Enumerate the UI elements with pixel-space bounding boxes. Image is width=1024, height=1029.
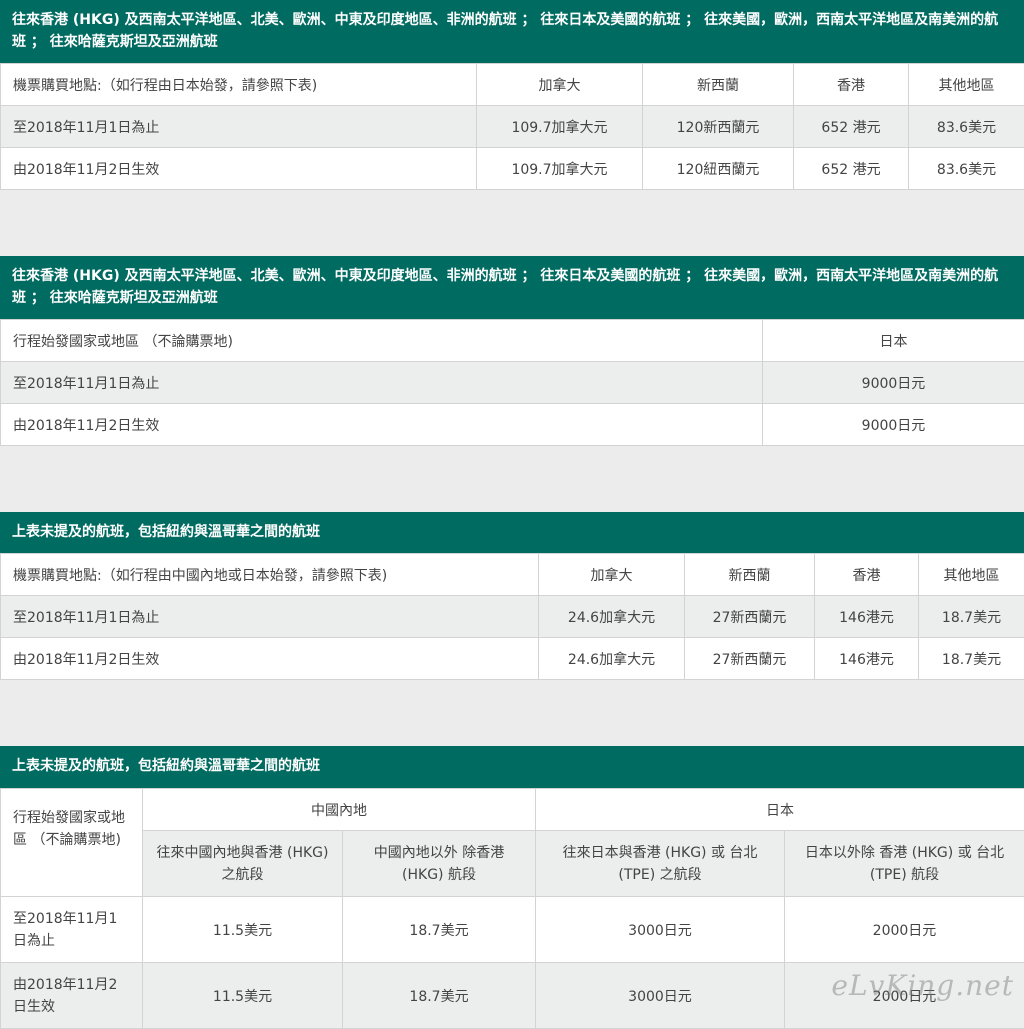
table-cell: 27新西蘭元 [685, 638, 815, 680]
table-cell: 146港元 [815, 596, 919, 638]
table-cell: 由2018年11月2日生效 [1, 638, 539, 680]
corner-header: 行程始發國家或地區 （不論購票地) [1, 789, 143, 897]
table-cell: 11.5美元 [143, 897, 343, 963]
table-row: 由2018年11月2日生效 109.7加拿大元 120紐西蘭元 652 港元 8… [1, 148, 1024, 190]
group-header-china: 中國內地 [143, 789, 536, 831]
table-row: 至2018年11月1日為止 24.6加拿大元 27新西蘭元 146港元 18.7… [1, 596, 1024, 638]
table-header-row: 行程始發國家或地區 （不論購票地) 日本 [1, 320, 1024, 362]
table-cell: 120紐西蘭元 [643, 148, 794, 190]
column-header: 新西蘭 [685, 554, 815, 596]
table: 機票購買地點:（如行程由日本始發，請參照下表) 加拿大 新西蘭 香港 其他地區 … [0, 63, 1024, 190]
column-header: 其他地區 [919, 554, 1024, 596]
table-cell: 至2018年11月1日為止 [1, 897, 143, 963]
table-cell: 11.5美元 [143, 963, 343, 1029]
table-cell: 由2018年11月2日生效 [1, 404, 763, 446]
table-cell: 由2018年11月2日生效 [1, 148, 477, 190]
sub-column-header: 日本以外除 香港 (HKG) 或 台北 (TPE) 航段 [785, 831, 1024, 897]
column-header: 香港 [794, 64, 909, 106]
group-header-japan: 日本 [536, 789, 1024, 831]
table-cell: 24.6加拿大元 [539, 638, 685, 680]
column-header: 機票購買地點:（如行程由日本始發，請參照下表) [1, 64, 477, 106]
table-cell: 18.7美元 [919, 596, 1024, 638]
watermark: eLvKing.net [831, 969, 1014, 1002]
table-cell: 83.6美元 [909, 106, 1024, 148]
table-header-row: 機票購買地點:（如行程由日本始發，請參照下表) 加拿大 新西蘭 香港 其他地區 [1, 64, 1024, 106]
table-row: 至2018年11月1日為止 11.5美元 18.7美元 3000日元 2000日… [1, 897, 1024, 963]
table-cell: 18.7美元 [343, 963, 536, 1029]
table-row: 由2018年11月2日生效 24.6加拿大元 27新西蘭元 146港元 18.7… [1, 638, 1024, 680]
table-cell: 2000日元 [785, 897, 1024, 963]
table-header-row: 機票購買地點:（如行程由中國內地或日本始發，請參照下表) 加拿大 新西蘭 香港 … [1, 554, 1024, 596]
table-cell: 3000日元 [536, 963, 785, 1029]
fee-table-3: 上表未提及的航班，包括紐約與溫哥華之間的航班 機票購買地點:（如行程由中國內地或… [0, 512, 1024, 680]
table-subheader-row: 往來中國內地與香港 (HKG) 之航段 中國內地以外 除香港 (HKG) 航段 … [1, 831, 1024, 897]
table-cell: 至2018年11月1日為止 [1, 106, 477, 148]
sub-column-header: 中國內地以外 除香港 (HKG) 航段 [343, 831, 536, 897]
column-header: 日本 [763, 320, 1024, 362]
section-header: 往來香港 (HKG) 及西南太平洋地區、北美、歐洲、中東及印度地區、非洲的航班 … [0, 0, 1024, 63]
table-cell: 83.6美元 [909, 148, 1024, 190]
table-cell: 652 港元 [794, 148, 909, 190]
table: 機票購買地點:（如行程由中國內地或日本始發，請參照下表) 加拿大 新西蘭 香港 … [0, 553, 1024, 680]
column-header: 機票購買地點:（如行程由中國內地或日本始發，請參照下表) [1, 554, 539, 596]
column-header: 加拿大 [477, 64, 643, 106]
column-header: 行程始發國家或地區 （不論購票地) [1, 320, 763, 362]
table-cell: 至2018年11月1日為止 [1, 596, 539, 638]
table-cell: 3000日元 [536, 897, 785, 963]
column-header: 其他地區 [909, 64, 1024, 106]
sub-column-header: 往來日本與香港 (HKG) 或 台北 (TPE) 之航段 [536, 831, 785, 897]
table-row: 由2018年11月2日生效 9000日元 [1, 404, 1024, 446]
table-cell: 120新西蘭元 [643, 106, 794, 148]
table-cell: 146港元 [815, 638, 919, 680]
table-cell: 由2018年11月2日生效 [1, 963, 143, 1029]
table-cell: 9000日元 [763, 362, 1024, 404]
fee-table-2: 往來香港 (HKG) 及西南太平洋地區、北美、歐洲、中東及印度地區、非洲的航班 … [0, 256, 1024, 446]
table-row: 至2018年11月1日為止 9000日元 [1, 362, 1024, 404]
table: 行程始發國家或地區 （不論購票地) 日本 至2018年11月1日為止 9000日… [0, 319, 1024, 446]
table-cell: 至2018年11月1日為止 [1, 362, 763, 404]
column-header: 香港 [815, 554, 919, 596]
table-cell: 18.7美元 [343, 897, 536, 963]
fee-table-1: 往來香港 (HKG) 及西南太平洋地區、北美、歐洲、中東及印度地區、非洲的航班 … [0, 0, 1024, 190]
table-cell: 27新西蘭元 [685, 596, 815, 638]
table-cell: 18.7美元 [919, 638, 1024, 680]
column-header: 加拿大 [539, 554, 685, 596]
table-row: 至2018年11月1日為止 109.7加拿大元 120新西蘭元 652 港元 8… [1, 106, 1024, 148]
table-cell: 652 港元 [794, 106, 909, 148]
table-cell: 9000日元 [763, 404, 1024, 446]
section-header: 上表未提及的航班，包括紐約與溫哥華之間的航班 [0, 512, 1024, 553]
section-header: 上表未提及的航班，包括紐約與溫哥華之間的航班 [0, 746, 1024, 788]
table-cell: 24.6加拿大元 [539, 596, 685, 638]
section-header: 往來香港 (HKG) 及西南太平洋地區、北美、歐洲、中東及印度地區、非洲的航班 … [0, 256, 1024, 319]
sub-column-header: 往來中國內地與香港 (HKG) 之航段 [143, 831, 343, 897]
table-cell: 109.7加拿大元 [477, 106, 643, 148]
column-header: 新西蘭 [643, 64, 794, 106]
table-header-row: 行程始發國家或地區 （不論購票地) 中國內地 日本 [1, 789, 1024, 831]
table-cell: 109.7加拿大元 [477, 148, 643, 190]
